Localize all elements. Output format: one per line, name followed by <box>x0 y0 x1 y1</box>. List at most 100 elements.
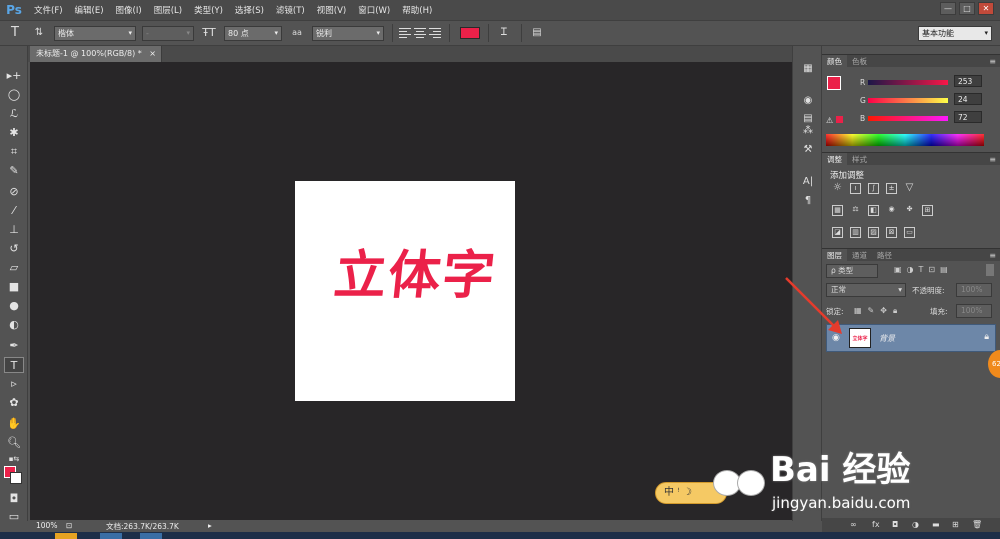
blue-slider[interactable] <box>868 116 948 121</box>
brush-panel-icon[interactable]: ⁂ <box>801 124 815 138</box>
menu-file[interactable]: 文件(F) <box>28 4 69 16</box>
healing-brush-tool-icon[interactable]: ⊘ <box>4 184 24 200</box>
lock-icons[interactable]: ▦✎✥🔒︎ <box>854 306 903 316</box>
actions-panel-icon[interactable]: ◉ <box>801 94 815 108</box>
font-family-select[interactable]: 楷体 ▾ <box>54 25 136 41</box>
align-center-icon[interactable] <box>414 27 426 39</box>
character-panel-icon[interactable]: A| <box>801 175 815 189</box>
taskbar-item[interactable] <box>100 533 122 539</box>
photo-filter-icon[interactable]: ◉ <box>886 205 897 216</box>
tab-layers[interactable]: 图层 <box>822 248 847 262</box>
text-orientation-icon[interactable]: ⇅ <box>30 24 48 42</box>
menu-edit[interactable]: 编辑(E) <box>69 4 110 16</box>
crop-tool-icon[interactable]: ⌗ <box>4 144 24 160</box>
default-colors-icon[interactable]: ▪⇆ <box>4 451 24 467</box>
taskbar-item[interactable] <box>55 533 77 539</box>
panel-menu-icon[interactable]: ≡ <box>989 251 996 260</box>
gradient-map-icon[interactable]: ▭ <box>904 227 915 238</box>
brush-tool-icon[interactable]: ⁄ <box>4 203 24 219</box>
menu-view[interactable]: 视图(V) <box>311 4 352 16</box>
threshold-icon[interactable]: ▨ <box>868 227 879 238</box>
minimize-button[interactable]: — <box>940 2 956 15</box>
tab-styles[interactable]: 样式 <box>847 153 872 166</box>
maximize-button[interactable]: □ <box>959 2 975 15</box>
channel-mixer-icon[interactable]: ✤ <box>904 205 915 216</box>
layer-row-background[interactable]: ◉ 立体字 背景 🔒︎ <box>826 324 996 352</box>
shape-tool-icon[interactable]: ✿ <box>4 395 24 411</box>
screen-mode-icon[interactable]: ▭ <box>4 509 24 525</box>
blue-value-input[interactable]: 72 <box>954 111 982 123</box>
font-style-select[interactable]: - ▾ <box>142 25 194 41</box>
posterize-icon[interactable]: ▥ <box>850 227 861 238</box>
quick-mask-icon[interactable]: ◘ <box>4 491 24 507</box>
panel-menu-icon[interactable]: ≡ <box>989 57 996 66</box>
character-panel-icon[interactable]: ▤ <box>528 24 546 42</box>
menu-window[interactable]: 窗口(W) <box>352 4 396 16</box>
levels-icon[interactable]: ı <box>850 183 861 194</box>
exposure-icon[interactable]: ± <box>886 183 897 194</box>
status-menu-icon[interactable]: ▸ <box>208 521 212 530</box>
color-panel-fg-swatch[interactable] <box>827 76 841 90</box>
type-tool-icon[interactable]: T <box>4 357 24 373</box>
red-value-input[interactable]: 253 <box>954 75 982 87</box>
menu-layer[interactable]: 图层(L) <box>148 4 188 16</box>
align-right-icon[interactable] <box>429 27 441 39</box>
fill-input[interactable]: 100% <box>956 304 992 318</box>
zoom-level[interactable]: 100% <box>36 521 57 530</box>
layer-filter-icons[interactable]: ▣◑T⊡▤ <box>894 265 953 274</box>
tab-channels[interactable]: 通道 <box>847 249 872 262</box>
lasso-tool-icon[interactable]: ℒ <box>4 106 24 122</box>
marquee-tool-icon[interactable]: ◯ <box>4 87 24 103</box>
text-color-swatch[interactable] <box>460 27 480 39</box>
pen-tool-icon[interactable]: ✒ <box>4 338 24 354</box>
menu-select[interactable]: 选择(S) <box>229 4 270 16</box>
status-toggle-icon[interactable]: ⊡ <box>66 521 72 530</box>
hand-tool-icon[interactable]: ✋ <box>4 416 24 432</box>
tab-paths[interactable]: 路径 <box>872 249 897 262</box>
document-tab[interactable]: 未标题-1 @ 100%(RGB/8) * × <box>30 46 162 62</box>
invert-icon[interactable]: ◪ <box>832 227 843 238</box>
paragraph-panel-icon[interactable]: ¶ <box>801 194 815 208</box>
warp-text-icon[interactable]: Ꮖ <box>495 24 513 42</box>
selective-color-icon[interactable]: ⊠ <box>886 227 897 238</box>
tab-color[interactable]: 颜色 <box>822 54 847 68</box>
menu-type[interactable]: 类型(Y) <box>188 4 229 16</box>
color-balance-icon[interactable]: ⚖ <box>850 205 861 216</box>
tab-swatches[interactable]: 色板 <box>847 55 872 68</box>
gamut-swatch[interactable] <box>836 116 843 123</box>
path-selection-tool-icon[interactable]: ▹ <box>4 376 24 392</box>
type-tool-icon[interactable]: T <box>6 24 24 42</box>
dodge-tool-icon[interactable]: ◐ <box>4 317 24 333</box>
workspace-select[interactable]: 基本功能 ▾ <box>918 26 992 41</box>
eyedropper-tool-icon[interactable]: ✎ <box>4 163 24 179</box>
history-panel-icon[interactable]: ▦ <box>801 62 815 76</box>
eraser-tool-icon[interactable]: ▱ <box>4 260 24 276</box>
green-value-input[interactable]: 24 <box>954 93 982 105</box>
green-slider[interactable] <box>868 98 948 103</box>
font-size-select[interactable]: 80 点 ▾ <box>224 25 282 41</box>
vibrance-icon[interactable]: ▽ <box>904 183 915 194</box>
filter-toggle[interactable] <box>986 264 994 276</box>
move-tool-icon[interactable]: ▸+ <box>4 68 24 84</box>
hue-saturation-icon[interactable]: ▦ <box>832 205 843 216</box>
background-color-swatch[interactable] <box>10 472 22 484</box>
menu-filter[interactable]: 滤镜(T) <box>270 4 311 16</box>
magic-wand-tool-icon[interactable]: ✱ <box>4 125 24 141</box>
brush-presets-icon[interactable]: ⚒ <box>801 143 815 157</box>
close-tab-icon[interactable]: × <box>149 46 156 62</box>
gamut-warning-icon[interactable]: ⚠ <box>826 116 833 125</box>
color-spectrum-ramp[interactable] <box>826 134 984 146</box>
document-canvas[interactable]: 立体字 <box>295 181 515 401</box>
layer-name[interactable]: 背景 <box>879 333 895 344</box>
blur-tool-icon[interactable]: ● <box>4 298 24 314</box>
menu-help[interactable]: 帮助(H) <box>396 4 438 16</box>
close-button[interactable]: ✕ <box>978 2 994 15</box>
align-left-icon[interactable] <box>399 27 411 39</box>
taskbar-item[interactable] <box>140 533 162 539</box>
clone-stamp-tool-icon[interactable]: ⊥ <box>4 222 24 238</box>
zoom-tool-icon[interactable]: 🔍︎ <box>4 435 24 451</box>
menu-image[interactable]: 图像(I) <box>110 4 148 16</box>
canvas-text-layer[interactable]: 立体字 <box>331 233 501 308</box>
curves-icon[interactable]: ∫ <box>868 183 879 194</box>
color-lookup-icon[interactable]: ⊞ <box>922 205 933 216</box>
